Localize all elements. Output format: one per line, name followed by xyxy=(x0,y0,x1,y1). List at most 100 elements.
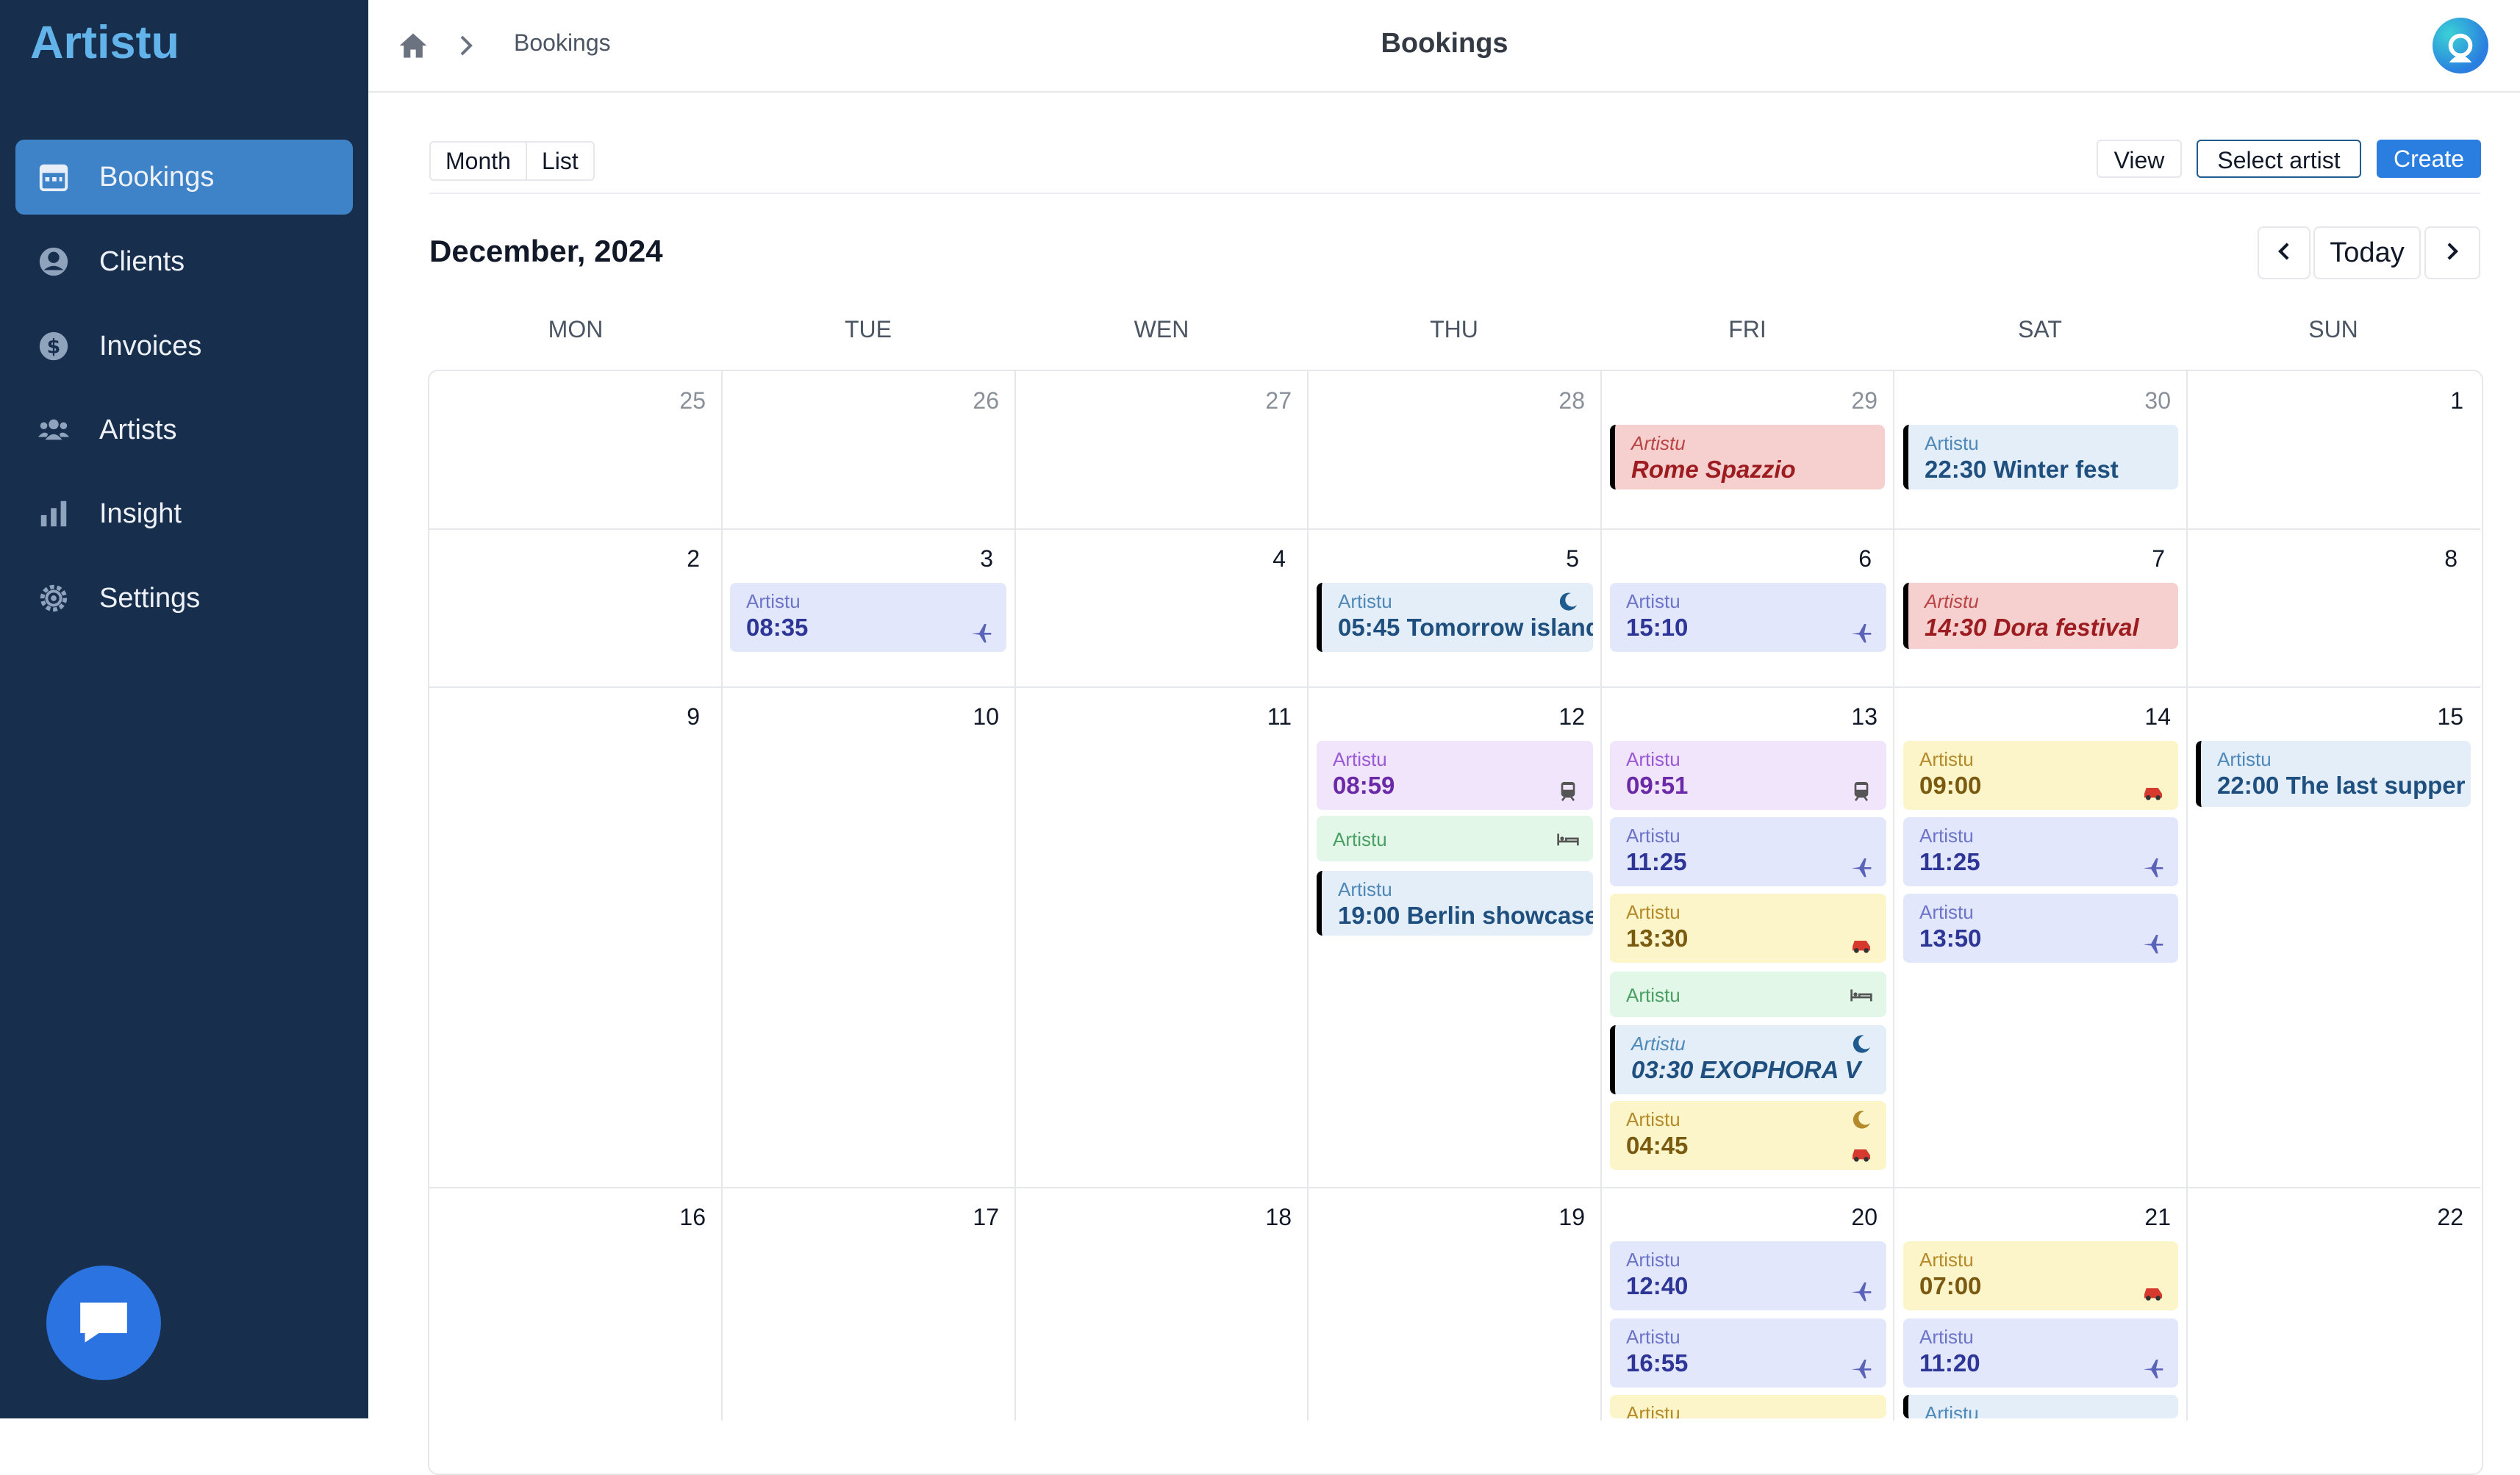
train-icon xyxy=(1854,782,1869,802)
event-card[interactable]: Artistu 22:30 Winter fest xyxy=(1903,425,2178,489)
chevron-right-icon xyxy=(454,31,478,60)
event-card[interactable]: Artistu 13:50 xyxy=(1903,894,2178,963)
day-number[interactable]: 17 xyxy=(940,1204,999,1231)
event-card[interactable]: Artistu 09:51 xyxy=(1610,741,1886,810)
sidebar-item-clients[interactable]: Clients xyxy=(15,224,353,299)
event-card[interactable]: Artistu 22:00 The last supper xyxy=(2196,741,2471,807)
sidebar: Artistu Bookings Clients $ Invoices Arti… xyxy=(0,0,368,1418)
event-card[interactable]: Artistu 14:30 Dora festival xyxy=(1903,583,2178,649)
tab-month[interactable]: Month xyxy=(431,143,526,179)
event-card[interactable]: Artistu xyxy=(1903,1395,2178,1418)
day-number[interactable]: 13 xyxy=(1819,703,1878,731)
event-card[interactable]: Artistu 09:00 xyxy=(1903,741,2178,810)
day-number[interactable]: 9 xyxy=(641,703,700,731)
day-number[interactable]: 30 xyxy=(2112,387,2171,414)
plane-icon xyxy=(2143,935,2163,954)
day-number[interactable]: 29 xyxy=(1819,387,1878,414)
event-card[interactable]: Artistu 13:30 xyxy=(1610,894,1886,963)
event-title: 08:35 xyxy=(746,614,809,641)
event-card[interactable]: Artistu 19:00 Berlin showcase xyxy=(1317,871,1593,936)
event-card[interactable]: Artistu xyxy=(1610,1395,1886,1418)
plane-icon xyxy=(1851,858,1872,878)
event-artist: Artistu xyxy=(1626,590,1680,612)
event-title: 22:00 The last supper xyxy=(2217,772,2466,799)
view-button[interactable]: View xyxy=(2097,140,2182,178)
event-card[interactable]: Artistu 15:10 xyxy=(1610,583,1886,652)
gear-icon xyxy=(33,578,74,619)
chevron-left-icon xyxy=(2274,239,2294,268)
day-number[interactable]: 8 xyxy=(2399,545,2458,573)
event-title: 09:00 xyxy=(1919,772,1982,799)
sidebar-item-invoices[interactable]: $ Invoices xyxy=(15,309,353,384)
app-logo: Artistu xyxy=(30,17,179,68)
sidebar-item-artists[interactable]: Artists xyxy=(15,392,353,467)
event-card[interactable]: Artistu 16:55 xyxy=(1610,1318,1886,1388)
chat-button[interactable] xyxy=(46,1266,161,1380)
event-artist: Artistu xyxy=(1925,590,1979,612)
day-number[interactable]: 28 xyxy=(1526,387,1585,414)
breadcrumb[interactable]: Bookings xyxy=(514,29,611,57)
sidebar-item-insight[interactable]: Insight xyxy=(15,476,353,551)
event-artist: Artistu xyxy=(1626,1326,1680,1348)
day-number[interactable]: 3 xyxy=(934,545,993,573)
day-number[interactable]: 18 xyxy=(1233,1204,1292,1231)
svg-text:$: $ xyxy=(47,336,61,359)
day-number[interactable]: 16 xyxy=(647,1204,706,1231)
event-card[interactable]: Artistu 05:45 Tomorrow island xyxy=(1317,583,1593,652)
weekday-header: FRI xyxy=(1728,316,1766,342)
next-month-button[interactable] xyxy=(2424,226,2480,279)
event-title: 15:10 xyxy=(1626,614,1689,641)
create-button[interactable]: Create xyxy=(2377,140,2481,178)
event-card[interactable]: Artistu 08:59 xyxy=(1317,741,1593,810)
event-card[interactable]: Artistu 08:35 xyxy=(730,583,1006,652)
day-number[interactable]: 5 xyxy=(1520,545,1579,573)
day-number[interactable]: 22 xyxy=(2405,1204,2463,1231)
event-card[interactable]: Artistu xyxy=(1610,972,1886,1017)
prev-month-button[interactable] xyxy=(2258,226,2310,279)
grid-line xyxy=(1014,370,1016,1421)
today-button[interactable]: Today xyxy=(2313,226,2421,279)
plane-icon xyxy=(2143,858,2163,878)
home-icon[interactable] xyxy=(397,29,429,62)
select-artist-button[interactable]: Select artist xyxy=(2197,140,2361,178)
tab-list[interactable]: List xyxy=(525,143,593,179)
car-icon xyxy=(2144,1288,2162,1301)
event-artist: Artistu xyxy=(1333,748,1387,770)
event-card[interactable]: Artistu 11:20 xyxy=(1903,1318,2178,1388)
day-number[interactable]: 12 xyxy=(1526,703,1585,731)
train-icon xyxy=(1561,782,1575,802)
weekday-header: SAT xyxy=(2018,316,2062,342)
day-number[interactable]: 7 xyxy=(2106,545,2165,573)
event-title: 11:25 xyxy=(1919,848,1980,875)
day-number[interactable]: 27 xyxy=(1233,387,1292,414)
event-card[interactable]: Artistu 11:25 xyxy=(1903,817,2178,886)
day-number[interactable]: 10 xyxy=(940,703,999,731)
day-number[interactable]: 21 xyxy=(2112,1204,2171,1231)
avatar[interactable] xyxy=(2433,18,2488,73)
sidebar-item-bookings[interactable]: Bookings xyxy=(15,140,353,215)
grid-line xyxy=(1307,370,1309,1421)
event-card[interactable]: Artistu 03:30 EXOPHORA V xyxy=(1610,1025,1886,1094)
day-number[interactable]: 11 xyxy=(1233,703,1292,731)
event-card[interactable]: Artistu 12:40 xyxy=(1610,1241,1886,1310)
day-number[interactable]: 15 xyxy=(2405,703,2463,731)
car-icon xyxy=(1853,1149,1870,1162)
event-card[interactable]: Artistu 11:25 xyxy=(1610,817,1886,886)
event-card[interactable]: Artistu xyxy=(1317,816,1593,861)
day-number[interactable]: 1 xyxy=(2405,387,2463,414)
day-number[interactable]: 19 xyxy=(1526,1204,1585,1231)
day-number[interactable]: 4 xyxy=(1227,545,1286,573)
sidebar-item-label: Settings xyxy=(99,582,201,614)
event-card[interactable]: Artistu Rome Spazzio xyxy=(1610,425,1885,489)
day-number[interactable]: 2 xyxy=(641,545,700,573)
day-number[interactable]: 26 xyxy=(940,387,999,414)
event-artist: Artistu xyxy=(1919,748,1974,770)
event-card[interactable]: Artistu 04:45 xyxy=(1610,1101,1886,1170)
event-card[interactable]: Artistu 07:00 xyxy=(1903,1241,2178,1310)
dollar-icon: $ xyxy=(33,326,74,367)
day-number[interactable]: 14 xyxy=(2112,703,2171,731)
day-number[interactable]: 20 xyxy=(1819,1204,1878,1231)
day-number[interactable]: 25 xyxy=(647,387,706,414)
sidebar-item-settings[interactable]: Settings xyxy=(15,561,353,636)
day-number[interactable]: 6 xyxy=(1813,545,1872,573)
